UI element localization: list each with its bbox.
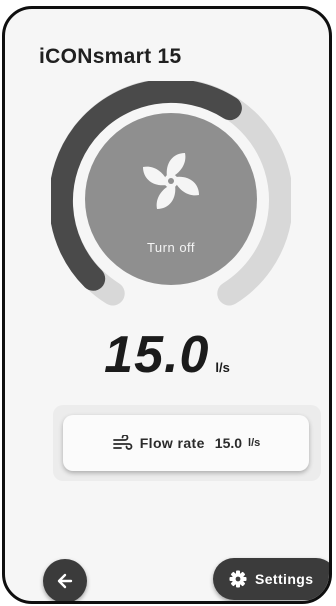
- flow-rate-value: 15.0: [214, 435, 243, 451]
- flow-readout: 15.0 l/s: [5, 325, 329, 385]
- arrow-left-icon: [57, 573, 73, 589]
- wind-icon: [112, 435, 133, 450]
- flow-value: 15.0: [104, 326, 210, 384]
- app-frame: iCONsmart 15 Turn off 15.0 l/s Flow rate …: [2, 6, 332, 604]
- back-button[interactable]: [43, 559, 87, 601]
- gear-icon: [229, 570, 247, 588]
- settings-button[interactable]: Settings: [213, 558, 329, 600]
- flow-rate-unit: l/s: [248, 437, 261, 449]
- turn-off-button[interactable]: [85, 113, 257, 285]
- app-title: iCONsmart 15: [39, 45, 182, 68]
- flow-rate-label: Flow rate: [139, 435, 205, 451]
- flow-unit: l/s: [215, 360, 230, 375]
- flow-rate-button[interactable]: Flow rate 15.0 l/s: [63, 415, 309, 471]
- settings-label: Settings: [255, 571, 314, 587]
